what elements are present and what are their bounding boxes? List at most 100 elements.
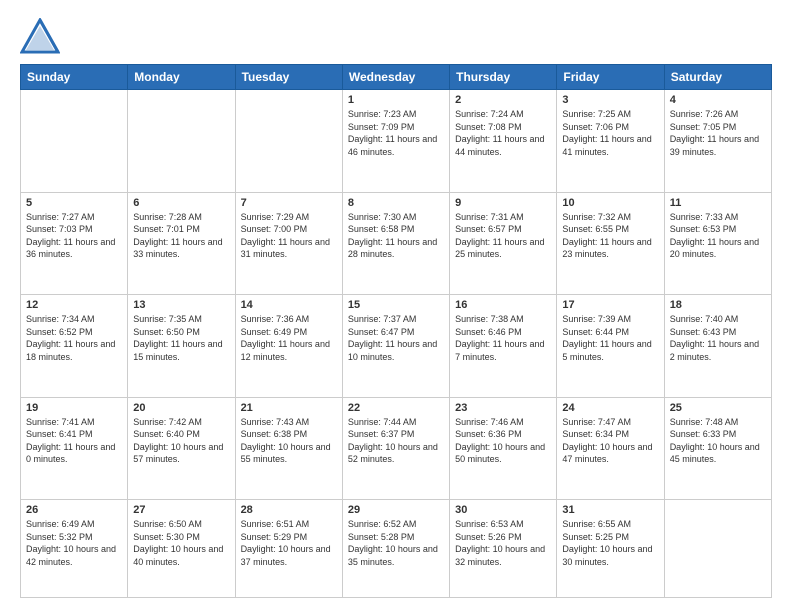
day-info: Sunrise: 7:28 AM Sunset: 7:01 PM Dayligh… [133,211,229,261]
calendar-cell: 20 Sunrise: 7:42 AM Sunset: 6:40 PM Dayli… [128,397,235,500]
calendar-cell: 3 Sunrise: 7:25 AM Sunset: 7:06 PM Daylig… [557,90,664,193]
calendar-cell: 7 Sunrise: 7:29 AM Sunset: 7:00 PM Daylig… [235,192,342,295]
calendar-cell: 10 Sunrise: 7:32 AM Sunset: 6:55 PM Dayli… [557,192,664,295]
weekday-header-friday: Friday [557,65,664,90]
calendar-cell: 26Sunrise: 6:49 AM Sunset: 5:32 PM Dayli… [21,500,128,598]
week-row-4: 26Sunrise: 6:49 AM Sunset: 5:32 PM Dayli… [21,500,772,598]
day-info: Sunrise: 6:55 AM Sunset: 5:25 PM Dayligh… [562,518,658,568]
calendar-cell: 2 Sunrise: 7:24 AM Sunset: 7:08 PM Daylig… [450,90,557,193]
day-info: Sunrise: 7:37 AM Sunset: 6:47 PM Dayligh… [348,313,444,363]
day-number: 12 [26,299,122,311]
day-info: Sunrise: 7:44 AM Sunset: 6:37 PM Dayligh… [348,416,444,466]
calendar-cell: 22 Sunrise: 7:44 AM Sunset: 6:37 PM Dayli… [342,397,449,500]
day-number: 8 [348,197,444,209]
calendar-cell: 16Sunrise: 7:38 AM Sunset: 6:46 PM Dayli… [450,295,557,398]
calendar-cell: 30 Sunrise: 6:53 AM Sunset: 5:26 PM Dayli… [450,500,557,598]
weekday-header-monday: Monday [128,65,235,90]
calendar-cell: 14 Sunrise: 7:36 AM Sunset: 6:49 PM Dayli… [235,295,342,398]
calendar-cell [664,500,771,598]
day-info: Sunrise: 7:46 AM Sunset: 6:36 PM Dayligh… [455,416,551,466]
calendar-cell [128,90,235,193]
week-row-2: 12 Sunrise: 7:34 AM Sunset: 6:52 PM Dayli… [21,295,772,398]
header [20,18,772,54]
day-number: 23 [455,402,551,414]
calendar-cell [21,90,128,193]
day-info: Sunrise: 7:35 AM Sunset: 6:50 PM Dayligh… [133,313,229,363]
weekday-header-thursday: Thursday [450,65,557,90]
day-info: Sunrise: 7:40 AM Sunset: 6:43 PM Dayligh… [670,313,766,363]
day-info: Sunrise: 7:27 AM Sunset: 7:03 PM Dayligh… [26,211,122,261]
day-number: 15 [348,299,444,311]
day-info: Sunrise: 7:43 AM Sunset: 6:38 PM Dayligh… [241,416,337,466]
day-info: Sunrise: 7:33 AM Sunset: 6:53 PM Dayligh… [670,211,766,261]
day-number: 10 [562,197,658,209]
day-info: Sunrise: 7:48 AM Sunset: 6:33 PM Dayligh… [670,416,766,466]
day-info: Sunrise: 7:34 AM Sunset: 6:52 PM Dayligh… [26,313,122,363]
day-number: 4 [670,94,766,106]
day-number: 16 [455,299,551,311]
weekday-header-saturday: Saturday [664,65,771,90]
day-info: Sunrise: 6:51 AM Sunset: 5:29 PM Dayligh… [241,518,337,568]
day-info: Sunrise: 7:26 AM Sunset: 7:05 PM Dayligh… [670,108,766,158]
calendar-cell: 17 Sunrise: 7:39 AM Sunset: 6:44 PM Dayli… [557,295,664,398]
day-info: Sunrise: 7:36 AM Sunset: 6:49 PM Dayligh… [241,313,337,363]
calendar-cell: 27 Sunrise: 6:50 AM Sunset: 5:30 PM Dayli… [128,500,235,598]
day-number: 7 [241,197,337,209]
calendar-cell: 11Sunrise: 7:33 AM Sunset: 6:53 PM Dayli… [664,192,771,295]
calendar-cell: 5Sunrise: 7:27 AM Sunset: 7:03 PM Daylig… [21,192,128,295]
day-info: Sunrise: 6:50 AM Sunset: 5:30 PM Dayligh… [133,518,229,568]
logo-icon [20,18,60,54]
day-info: Sunrise: 7:42 AM Sunset: 6:40 PM Dayligh… [133,416,229,466]
calendar-cell [235,90,342,193]
weekday-header-sunday: Sunday [21,65,128,90]
calendar-cell: 12 Sunrise: 7:34 AM Sunset: 6:52 PM Dayli… [21,295,128,398]
week-row-3: 19Sunrise: 7:41 AM Sunset: 6:41 PM Dayli… [21,397,772,500]
day-number: 3 [562,94,658,106]
day-info: Sunrise: 7:25 AM Sunset: 7:06 PM Dayligh… [562,108,658,158]
day-info: Sunrise: 7:23 AM Sunset: 7:09 PM Dayligh… [348,108,444,158]
day-number: 31 [562,504,658,516]
day-info: Sunrise: 7:47 AM Sunset: 6:34 PM Dayligh… [562,416,658,466]
day-info: Sunrise: 7:24 AM Sunset: 7:08 PM Dayligh… [455,108,551,158]
calendar-cell: 6 Sunrise: 7:28 AM Sunset: 7:01 PM Daylig… [128,192,235,295]
day-number: 1 [348,94,444,106]
day-number: 30 [455,504,551,516]
day-number: 29 [348,504,444,516]
day-info: Sunrise: 7:32 AM Sunset: 6:55 PM Dayligh… [562,211,658,261]
day-number: 28 [241,504,337,516]
day-number: 21 [241,402,337,414]
week-row-0: 1 Sunrise: 7:23 AM Sunset: 7:09 PM Daylig… [21,90,772,193]
day-number: 17 [562,299,658,311]
day-info: Sunrise: 6:49 AM Sunset: 5:32 PM Dayligh… [26,518,122,568]
calendar-cell: 19Sunrise: 7:41 AM Sunset: 6:41 PM Dayli… [21,397,128,500]
day-info: Sunrise: 6:53 AM Sunset: 5:26 PM Dayligh… [455,518,551,568]
calendar-cell: 1 Sunrise: 7:23 AM Sunset: 7:09 PM Daylig… [342,90,449,193]
logo [20,18,64,54]
page: SundayMondayTuesdayWednesdayThursdayFrid… [0,0,792,612]
day-number: 25 [670,402,766,414]
day-number: 13 [133,299,229,311]
day-number: 18 [670,299,766,311]
day-number: 22 [348,402,444,414]
day-number: 14 [241,299,337,311]
day-info: Sunrise: 7:39 AM Sunset: 6:44 PM Dayligh… [562,313,658,363]
calendar-cell: 21 Sunrise: 7:43 AM Sunset: 6:38 PM Dayli… [235,397,342,500]
day-info: Sunrise: 7:41 AM Sunset: 6:41 PM Dayligh… [26,416,122,466]
calendar-table: SundayMondayTuesdayWednesdayThursdayFrid… [20,64,772,598]
calendar-cell: 13 Sunrise: 7:35 AM Sunset: 6:50 PM Dayli… [128,295,235,398]
calendar-cell: 23 Sunrise: 7:46 AM Sunset: 6:36 PM Dayli… [450,397,557,500]
weekday-header-tuesday: Tuesday [235,65,342,90]
weekday-header-wednesday: Wednesday [342,65,449,90]
day-number: 2 [455,94,551,106]
day-number: 6 [133,197,229,209]
calendar-cell: 29 Sunrise: 6:52 AM Sunset: 5:28 PM Dayli… [342,500,449,598]
day-number: 27 [133,504,229,516]
calendar-cell: 15 Sunrise: 7:37 AM Sunset: 6:47 PM Dayli… [342,295,449,398]
day-number: 24 [562,402,658,414]
calendar-cell: 9Sunrise: 7:31 AM Sunset: 6:57 PM Daylig… [450,192,557,295]
day-info: Sunrise: 7:30 AM Sunset: 6:58 PM Dayligh… [348,211,444,261]
day-number: 20 [133,402,229,414]
day-info: Sunrise: 6:52 AM Sunset: 5:28 PM Dayligh… [348,518,444,568]
day-info: Sunrise: 7:29 AM Sunset: 7:00 PM Dayligh… [241,211,337,261]
week-row-1: 5Sunrise: 7:27 AM Sunset: 7:03 PM Daylig… [21,192,772,295]
